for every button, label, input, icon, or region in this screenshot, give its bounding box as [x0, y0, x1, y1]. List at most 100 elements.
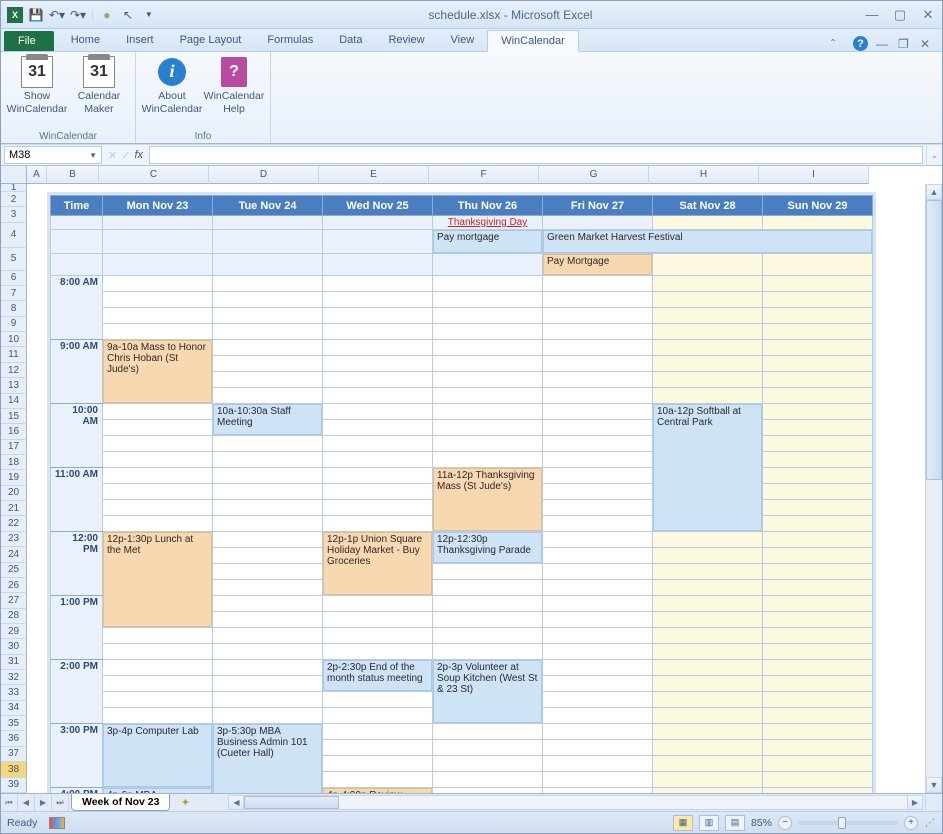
row-header[interactable]: 24 — [1, 547, 27, 562]
row-header[interactable]: 31 — [1, 655, 27, 670]
allday-event[interactable]: Green Market Harvest Festival — [543, 230, 872, 253]
minimize-icon[interactable]: — — [864, 7, 880, 23]
undo-icon[interactable]: ↶▾ — [49, 7, 65, 23]
row-header[interactable]: 35 — [1, 716, 27, 731]
sheet-tab[interactable]: Week of Nov 23 — [71, 794, 170, 811]
ribbon-tab-data[interactable]: Data — [326, 30, 375, 51]
column-header[interactable]: E — [319, 166, 429, 184]
row-header[interactable]: 32 — [1, 670, 27, 685]
row-header[interactable]: 26 — [1, 578, 27, 593]
row-header[interactable]: 30 — [1, 639, 27, 654]
calendar-maker-button[interactable]: 31 Calendar Maker — [69, 54, 129, 130]
ribbon-tab-page-layout[interactable]: Page Layout — [167, 30, 255, 51]
scroll-right-icon[interactable]: ▶ — [907, 795, 923, 810]
calendar-event[interactable]: 9a-10a Mass to Honor Chris Hoban (St Jud… — [103, 340, 212, 403]
calendar-event[interactable]: 4p-6p MBA Accounting 101 (Room 14B) — [103, 788, 212, 793]
zoom-in-button[interactable]: + — [904, 816, 918, 830]
row-header[interactable]: 34 — [1, 701, 27, 716]
row-header[interactable]: 8 — [1, 301, 27, 316]
row-header[interactable]: 7 — [1, 286, 27, 301]
new-sheet-icon[interactable]: ✦ — [174, 794, 196, 811]
row-header[interactable]: 13 — [1, 378, 27, 393]
row-header[interactable]: 18 — [1, 455, 27, 470]
calendar-event[interactable]: 3p-4p Computer Lab — [103, 724, 212, 787]
horizontal-scrollbar[interactable]: ◀ ▶ — [228, 794, 923, 811]
qat-customize-icon[interactable]: ● — [99, 7, 115, 23]
row-header[interactable]: 25 — [1, 563, 27, 578]
ribbon-tab-wincalendar[interactable]: WinCalendar — [487, 30, 579, 52]
row-header[interactable]: 17 — [1, 440, 27, 455]
calendar-event[interactable]: 12p-12:30p Thanksgiving Parade — [433, 532, 542, 563]
help-icon[interactable]: ? — [853, 36, 868, 51]
column-header[interactable]: H — [649, 166, 759, 184]
ribbon-minimize-icon[interactable]: ˆ — [831, 37, 845, 51]
scroll-up-icon[interactable]: ▲ — [926, 184, 942, 200]
zoom-level[interactable]: 85% — [751, 817, 772, 829]
column-header[interactable]: B — [47, 166, 99, 184]
row-header[interactable]: 2 — [1, 192, 27, 207]
row-header[interactable]: 1 — [1, 184, 27, 192]
wincalendar-help-button[interactable]: ? WinCalendar Help — [204, 54, 264, 130]
calendar-event[interactable]: 2p-3p Volunteer at Soup Kitchen (West St… — [433, 660, 542, 723]
allday-event[interactable]: Pay mortgage — [433, 230, 542, 253]
column-header[interactable]: F — [429, 166, 539, 184]
zoom-handle[interactable] — [838, 817, 846, 829]
tab-nav-first-icon[interactable]: ⏮ — [1, 794, 18, 811]
row-header[interactable]: 38 — [1, 762, 27, 777]
resize-grip-icon[interactable]: ⋰ — [924, 817, 936, 829]
calendar-event[interactable]: 10a-10:30a Staff Meeting — [213, 404, 322, 435]
zoom-out-button[interactable]: − — [778, 816, 792, 830]
row-header[interactable]: 22 — [1, 516, 27, 531]
row-header[interactable]: 6 — [1, 271, 27, 286]
calendar-event[interactable]: 4p-4:30p Review Thanksgiving grocery — [323, 788, 432, 793]
zoom-slider[interactable] — [798, 821, 898, 825]
excel-icon[interactable]: X — [7, 7, 23, 23]
calendar-event[interactable]: 10a-12p Softball at Central Park — [653, 404, 762, 531]
row-header[interactable]: 4 — [1, 223, 27, 248]
scroll-left-icon[interactable]: ◀ — [228, 795, 244, 810]
show-wincalendar-button[interactable]: 31 Show WinCalendar — [7, 54, 67, 130]
column-header[interactable]: C — [99, 166, 209, 184]
calendar-event[interactable]: 12p-1:30p Lunch at the Met — [103, 532, 212, 627]
row-header[interactable]: 16 — [1, 424, 27, 439]
row-header[interactable]: 39 — [1, 778, 27, 793]
fx-icon[interactable]: fx — [134, 149, 143, 161]
qat-pointer-icon[interactable]: ↖ — [120, 7, 136, 23]
formula-input[interactable] — [149, 146, 923, 164]
tab-nav-last-icon[interactable]: ⏭ — [52, 794, 69, 811]
row-header[interactable]: 9 — [1, 317, 27, 332]
row-header[interactable]: 12 — [1, 363, 27, 378]
formula-expand-icon[interactable]: ⌄ — [926, 145, 942, 165]
workbook-close-icon[interactable]: ✕ — [920, 37, 934, 51]
row-header[interactable]: 10 — [1, 332, 27, 347]
ribbon-tab-view[interactable]: View — [438, 30, 488, 51]
row-header[interactable]: 36 — [1, 731, 27, 746]
tab-nav-prev-icon[interactable]: ◀ — [18, 794, 35, 811]
row-header[interactable]: 20 — [1, 486, 27, 501]
name-box[interactable]: M38 ▼ — [4, 146, 102, 164]
file-tab[interactable]: File — [4, 31, 54, 51]
normal-view-button[interactable]: ▦ — [673, 815, 693, 831]
row-header[interactable]: 11 — [1, 347, 27, 362]
save-icon[interactable]: 💾 — [28, 7, 44, 23]
maximize-icon[interactable]: ▢ — [892, 7, 908, 23]
row-header[interactable]: 29 — [1, 624, 27, 639]
column-header[interactable]: G — [539, 166, 649, 184]
allday-event[interactable]: Pay Mortgage — [543, 254, 652, 275]
column-header[interactable]: A — [27, 166, 47, 184]
row-header[interactable]: 37 — [1, 747, 27, 762]
row-header[interactable]: 21 — [1, 501, 27, 516]
row-header[interactable]: 33 — [1, 685, 27, 700]
row-header[interactable]: 5 — [1, 248, 27, 271]
formula-cancel-icon[interactable]: ✕ — [108, 149, 117, 162]
redo-icon[interactable]: ↷▾ — [70, 7, 86, 23]
calendar-event[interactable]: 2p-2:30p End of the month status meeting — [323, 660, 432, 691]
vertical-scrollbar[interactable]: ▲ ▼ — [925, 184, 942, 793]
scroll-down-icon[interactable]: ▼ — [926, 777, 942, 793]
formula-accept-icon[interactable]: ✓ — [121, 149, 130, 162]
workbook-restore-icon[interactable]: ❐ — [898, 37, 912, 51]
column-header[interactable]: D — [209, 166, 319, 184]
column-header[interactable]: I — [759, 166, 869, 184]
grid-body[interactable]: TimeMon Nov 23Tue Nov 24Wed Nov 25Thu No… — [27, 184, 925, 793]
about-wincalendar-button[interactable]: i About WinCalendar — [142, 54, 202, 130]
